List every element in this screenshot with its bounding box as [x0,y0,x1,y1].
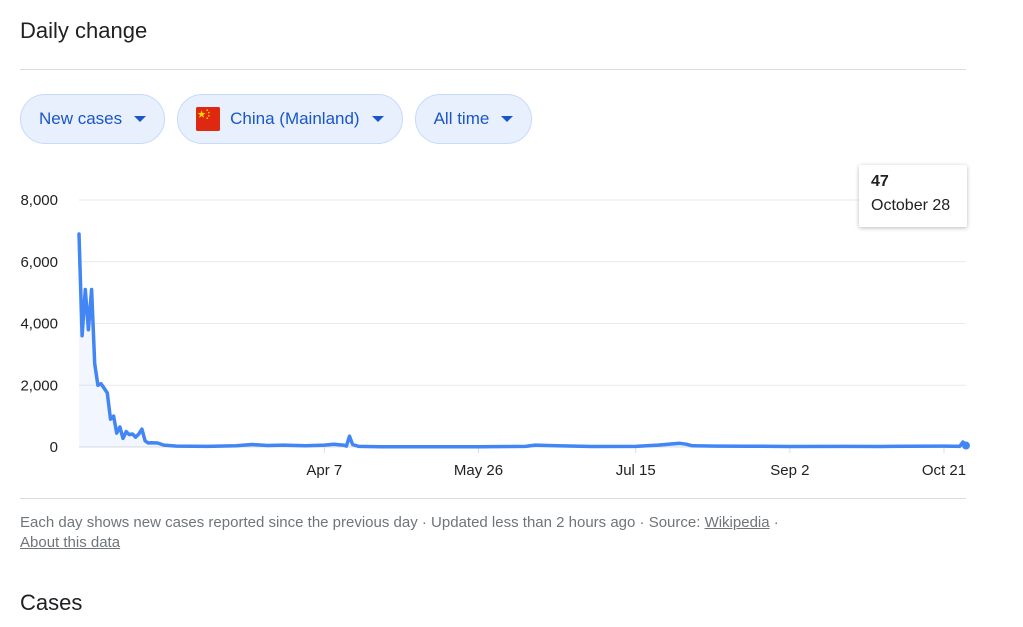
metric-label: New cases [39,109,123,128]
metric-dropdown[interactable]: New cases [20,94,166,144]
region-dropdown[interactable]: China (Mainland) [177,94,403,144]
bottom-divider [20,498,966,499]
region-label: China (Mainland) [230,109,360,128]
y-tick-label: 2,000 [20,377,58,394]
caret-down-icon [371,116,384,122]
about-data-link[interactable]: About this data [20,534,120,551]
y-tick-label: 4,000 [20,316,58,333]
footer-text: Each day shows new cases reported since … [20,514,705,531]
series-layer [77,232,970,450]
gridlines [79,199,966,448]
footer-separator: · [769,514,779,531]
source-link[interactable]: Wikipedia [705,514,770,531]
filter-bar: New cases China (Mainland) All time [20,94,533,144]
tooltip-date: October 28 [871,197,951,214]
y-tick-label: 6,000 [20,254,58,271]
china-flag-icon [196,107,221,131]
x-axis-ticks: Apr 7 May 26 Jul 15 Sep 2 Oct 21 [306,447,966,479]
cases-section-title: Cases [20,590,83,615]
footer-note: Each day shows new cases reported since … [20,513,970,553]
y-axis-ticks: 8,000 6,000 4,000 2,000 0 [20,192,58,456]
x-tick-label: May 26 [454,462,503,479]
top-divider [20,69,966,70]
x-tick-label: Apr 7 [306,462,342,479]
y-tick-label: 8,000 [20,192,58,209]
highlighted-data-point [962,441,970,450]
x-tick-label: Jul 15 [616,462,656,479]
caret-down-icon [134,116,147,122]
caret-down-icon [501,116,514,122]
x-tick-label: Oct 21 [922,462,966,479]
hover-tooltip: 47 October 28 [859,165,967,227]
range-dropdown[interactable]: All time [414,94,533,144]
section-title: Daily change [20,18,148,43]
range-label: All time [433,109,490,128]
x-tick-label: Sep 2 [770,462,809,479]
series-line [77,232,968,449]
y-tick-label: 0 [50,439,58,456]
tooltip-value: 47 [871,173,889,190]
series-area [79,234,966,447]
